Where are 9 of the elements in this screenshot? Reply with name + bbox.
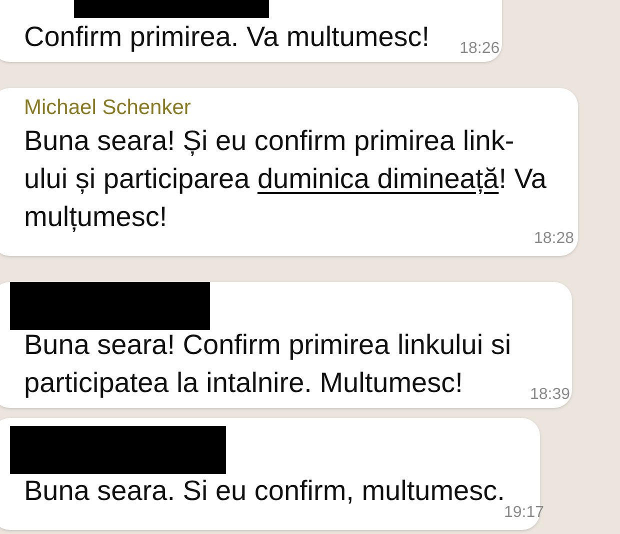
message-time: 18:26 <box>460 39 500 59</box>
message-text: Buna seara! Confirm primirea linkului si participatea la intalnire. Multumesc! <box>24 328 512 400</box>
sender-name: Michael Schenker <box>24 95 191 121</box>
message-time: 18:39 <box>530 385 570 405</box>
message-text: Confirm primirea. Va multumesc! <box>24 20 430 54</box>
message-text: Buna seara! Și eu confirm primirea link-ului și participarea duminica dimineață! Va mulțumesc! <box>24 124 546 232</box>
message-text: Buna seara. Si eu confirm, multumesc. <box>24 474 505 508</box>
message-time: 18:28 <box>534 229 574 249</box>
message-time: 19:17 <box>504 503 544 523</box>
